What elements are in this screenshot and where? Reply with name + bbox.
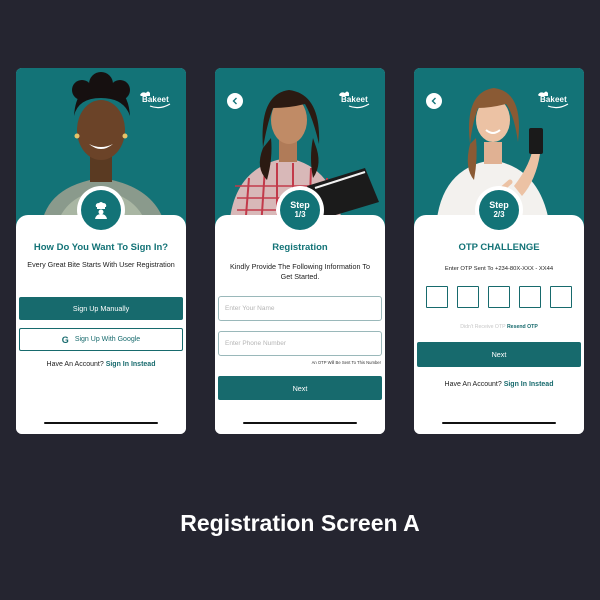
step-badge: Step 1/3 <box>276 186 324 234</box>
next-button[interactable]: Next <box>417 342 581 367</box>
logo-text: Bakeet <box>540 95 567 104</box>
chevron-left-icon <box>431 97 436 105</box>
resend-line: Didn't Receive OTP Resend OTP <box>414 324 584 330</box>
caption: Registration Screen A <box>180 510 420 536</box>
next-button[interactable]: Next <box>218 376 382 400</box>
home-indicator <box>243 422 357 424</box>
home-indicator <box>44 422 158 424</box>
chef-badge <box>77 186 125 234</box>
content-card: How Do You Want To Sign In? Every Great … <box>16 215 186 434</box>
logo-text: Bakeet <box>142 95 169 104</box>
otp-digit-4[interactable] <box>519 286 541 308</box>
name-input[interactable] <box>218 296 382 321</box>
home-indicator <box>442 422 556 424</box>
screen-title: How Do You Want To Sign In? <box>33 242 169 253</box>
have-account-text: Have An Account? <box>46 361 104 368</box>
have-account-text: Have An Account? <box>444 381 502 388</box>
bakeet-logo: Bakeet <box>337 90 373 110</box>
screen-subtitle: Enter OTP Sent To +234-80X-XXX - XX44 <box>444 266 554 272</box>
otp-digit-5[interactable] <box>550 286 572 308</box>
content-card: Registration Kindly Provide The Followin… <box>215 215 385 434</box>
screen-registration: Bakeet Step 1/3 Registration Kindly Prov… <box>215 68 385 434</box>
screen-title: OTP CHALLENGE <box>458 242 540 253</box>
sign-in-instead-link[interactable]: Sign In Instead <box>504 381 554 388</box>
phone-input[interactable] <box>218 331 382 356</box>
otp-hint: An OTP Will Be Sent To This Number <box>311 360 381 365</box>
step-label: Step <box>489 200 509 210</box>
have-account-line: Have An Account? Sign In Instead <box>16 361 186 368</box>
back-button[interactable] <box>426 93 442 109</box>
otp-digit-3[interactable] <box>488 286 510 308</box>
otp-digit-1[interactable] <box>426 286 448 308</box>
logo-text: Bakeet <box>341 95 368 104</box>
back-button[interactable] <box>227 93 243 109</box>
screen-subtitle: Kindly Provide The Following Information… <box>230 262 370 281</box>
otp-input-row <box>426 286 572 308</box>
step-label: Step <box>290 200 310 210</box>
have-account-line: Have An Account? Sign In Instead <box>414 381 584 388</box>
chevron-left-icon <box>232 97 237 105</box>
google-button-label: Sign Up With Google <box>74 336 141 343</box>
screen-title: Registration <box>272 242 328 253</box>
otp-digit-2[interactable] <box>457 286 479 308</box>
step-number: 1/3 <box>294 210 306 219</box>
sign-up-google-button[interactable]: G Sign Up With Google <box>19 328 183 351</box>
step-number: 2/3 <box>493 210 505 219</box>
sign-in-instead-link[interactable]: Sign In Instead <box>106 361 156 368</box>
screen-otp-challenge: Bakeet Step 2/3 OTP CHALLENGE Enter OTP … <box>414 68 584 434</box>
google-icon: G <box>61 334 69 345</box>
bakeet-logo: Bakeet <box>536 90 572 110</box>
step-badge: Step 2/3 <box>475 186 523 234</box>
chef-icon <box>95 202 107 219</box>
screen-sign-in-method: Bakeet How Do You Want To Sign In? Every… <box>16 68 186 434</box>
screen-subtitle: Every Great Bite Starts With User Regist… <box>27 260 175 269</box>
didnt-receive-text: Didn't Receive OTP <box>460 324 506 330</box>
resend-otp-link[interactable]: Resend OTP <box>507 324 538 330</box>
sign-up-manually-button[interactable]: Sign Up Manually <box>19 297 183 320</box>
bakeet-logo: Bakeet <box>138 90 174 110</box>
